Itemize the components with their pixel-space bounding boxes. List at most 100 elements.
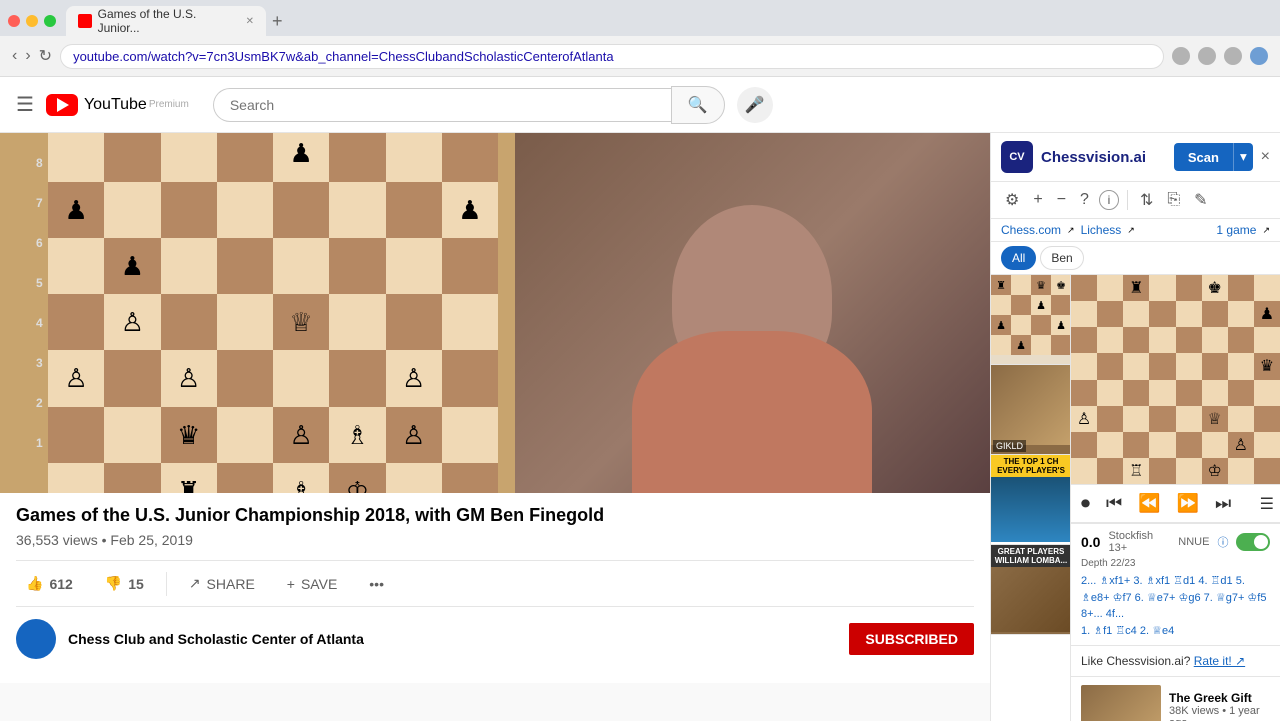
rank-labels: 87654321: [36, 143, 43, 463]
cv-sq-a3: ♙: [1071, 406, 1097, 432]
publish-date: Feb 25, 2019: [110, 532, 193, 548]
cv-logo-text: CV: [1009, 151, 1024, 163]
back-btn[interactable]: ‹: [12, 47, 17, 65]
add-tool[interactable]: +: [1029, 189, 1046, 211]
flip-tool[interactable]: ⇅: [1136, 188, 1157, 212]
dislike-button[interactable]: 👎 15: [95, 569, 154, 598]
cv-play-btn[interactable]: ⏺: [1077, 491, 1094, 516]
cv-sq-e1: [1176, 458, 1202, 484]
thumbnail-1[interactable]: ♜ ♛ ♚ ♟ ♟ ♟ ♟: [991, 275, 1071, 365]
cv-sq-a4: [1071, 380, 1097, 406]
cv-engine-type: NNUE: [1178, 536, 1209, 548]
subscribe-button[interactable]: SUBSCRIBED: [849, 623, 974, 655]
youtube-logo[interactable]: YouTube Premium: [46, 94, 189, 116]
cv-sq-g5: [1228, 353, 1254, 379]
thumb-title-3: THE TOP 1 CH EVERY PLAYER'S: [991, 455, 1071, 477]
tab-all[interactable]: All: [1001, 246, 1036, 270]
action-divider: [166, 572, 167, 596]
more-button[interactable]: •••: [359, 570, 394, 598]
cv-close-btn[interactable]: ×: [1261, 148, 1270, 166]
related-video[interactable]: 48:41 The Greek Gift 38K views • 1 year …: [1071, 676, 1280, 721]
help-tool[interactable]: ?: [1076, 189, 1093, 211]
sq-f4: [329, 294, 385, 350]
cv-next-end-btn[interactable]: ⏭: [1211, 491, 1235, 516]
thumb-board-1: ♜ ♛ ♚ ♟ ♟ ♟ ♟: [991, 275, 1071, 355]
save-label: SAVE: [301, 576, 337, 592]
sq-g5: [386, 238, 442, 294]
sq-d7: [217, 133, 273, 182]
cv-sq-g7: [1228, 301, 1254, 327]
toolbar-icons: [1172, 47, 1268, 65]
share-icon: ↗: [189, 575, 201, 592]
cv-next-btn[interactable]: ⏩: [1173, 491, 1203, 516]
cv-prev-start-btn[interactable]: ⏮: [1102, 491, 1126, 516]
cv-eval-score: 0.0: [1081, 534, 1100, 550]
save-button[interactable]: + SAVE: [277, 570, 348, 598]
thumb-image-4: [991, 567, 1071, 632]
share-button[interactable]: ↗ SHARE: [179, 569, 265, 598]
depth-info-icon[interactable]: ⓘ: [1217, 534, 1228, 550]
video-player[interactable]: 87654321 ♜ ♛ ♚: [0, 133, 990, 493]
cv-menu-btn[interactable]: ☰: [1260, 494, 1274, 514]
chesscom-link[interactable]: Chess.com: [1001, 223, 1061, 237]
cv-moves-text1: 2... ♗xf1+ 3. ♗xf1 ♖d1 4. ♖d1 5. ♗e8+ ♔f…: [1081, 575, 1266, 620]
extension-icon-2[interactable]: [1198, 47, 1216, 65]
channel-name[interactable]: Chess Club and Scholastic Center of Atla…: [68, 631, 837, 647]
active-tab[interactable]: Games of the U.S. Junior... ✕: [66, 6, 266, 36]
forward-btn[interactable]: ›: [25, 47, 30, 65]
cv-sq-c8: ♜: [1123, 275, 1149, 301]
sq-g7: [386, 133, 442, 182]
reload-btn[interactable]: ↻: [39, 46, 52, 66]
sq-b5: ♟: [104, 238, 160, 294]
cv-sq-f1: ♔: [1202, 458, 1228, 484]
thumbnail-3[interactable]: THE TOP 1 CH EVERY PLAYER'S: [991, 455, 1071, 545]
cv-toggle[interactable]: [1236, 533, 1270, 551]
new-tab-btn[interactable]: +: [272, 11, 283, 32]
hamburger-menu-btn[interactable]: ☰: [16, 92, 34, 117]
sq-h5: [442, 238, 498, 294]
sq-d1: [217, 463, 273, 493]
cv-sq-h7: ♟: [1254, 301, 1280, 327]
sq-e7: ♟: [273, 133, 329, 182]
cv-sq-b2: [1097, 432, 1123, 458]
profile-icon[interactable]: [1250, 47, 1268, 65]
extension-icon-1[interactable]: [1172, 47, 1190, 65]
info-tool[interactable]: i: [1099, 190, 1119, 210]
url-input[interactable]: youtube.com/watch?v=7cn3UsmBK7w&ab_chann…: [60, 44, 1164, 69]
minimize-window-btn[interactable]: [26, 15, 38, 27]
cv-sq-a7: [1071, 301, 1097, 327]
sq-a4: [48, 294, 104, 350]
sq-c2: ♛: [161, 407, 217, 463]
cv-sq-g3: [1228, 406, 1254, 432]
like-button[interactable]: 👍 612: [16, 569, 83, 598]
cv-sq-h2: [1254, 432, 1280, 458]
thumbnail-2[interactable]: GIKLD: [991, 365, 1071, 455]
cv-sq-e2: [1176, 432, 1202, 458]
cv-sq-d2: [1149, 432, 1175, 458]
cv-prev-btn[interactable]: ⏪: [1134, 491, 1164, 516]
subtract-tool[interactable]: −: [1053, 189, 1070, 211]
edit-tool[interactable]: ✎: [1190, 188, 1211, 212]
games-count[interactable]: 1 game: [1216, 223, 1256, 237]
feedback-text: Like Chessvision.ai?: [1081, 654, 1190, 668]
cv-sq-b6: [1097, 327, 1123, 353]
tab-close-btn[interactable]: ✕: [246, 16, 254, 27]
search-button[interactable]: 🔍: [671, 86, 725, 124]
close-window-btn[interactable]: [8, 15, 20, 27]
maximize-window-btn[interactable]: [44, 15, 56, 27]
microphone-btn[interactable]: 🎤: [737, 87, 773, 123]
tab-ben[interactable]: Ben: [1040, 246, 1083, 270]
extension-icon-3[interactable]: [1224, 47, 1242, 65]
scan-button[interactable]: Scan: [1174, 143, 1233, 171]
toggle-tool[interactable]: ⚙: [1001, 188, 1023, 212]
rate-link[interactable]: Rate it! ↗: [1194, 654, 1245, 668]
search-input[interactable]: [213, 88, 671, 122]
lichess-link[interactable]: Lichess: [1081, 223, 1122, 237]
cv-sq-c1: ♖: [1123, 458, 1149, 484]
sq-c4: [161, 294, 217, 350]
sq-g6: [386, 182, 442, 238]
thumbnail-4[interactable]: GREAT PLAYERS WILLIAM LOMBA...: [991, 545, 1071, 635]
cv-sq-h8: [1254, 275, 1280, 301]
scan-dropdown-btn[interactable]: ▾: [1233, 143, 1253, 171]
copy-tool[interactable]: ⎘: [1163, 189, 1184, 211]
